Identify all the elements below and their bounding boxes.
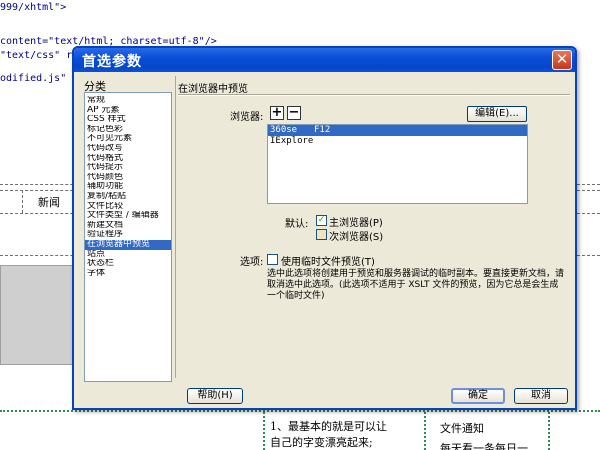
- browser-label: 浏览器:: [230, 112, 264, 123]
- category-item[interactable]: 代码颜色: [85, 173, 171, 183]
- ok-button[interactable]: 确定: [451, 388, 505, 404]
- category-item[interactable]: 常规: [85, 96, 171, 106]
- layout-guide-line: [0, 410, 600, 412]
- category-item[interactable]: 标记色彩: [85, 125, 171, 135]
- category-item[interactable]: 辅助功能: [85, 182, 171, 192]
- add-browser-button[interactable]: +: [270, 106, 284, 120]
- close-button[interactable]: ✕: [552, 50, 572, 70]
- news-label: 新闻: [38, 196, 60, 209]
- section-divider: [178, 94, 570, 96]
- category-item[interactable]: 新建文档: [85, 221, 171, 231]
- category-item[interactable]: 不可见元素: [85, 134, 171, 144]
- check-icon: ✓: [317, 215, 326, 225]
- category-item[interactable]: 代码提示: [85, 163, 171, 173]
- layout-guide-line: [424, 412, 426, 450]
- category-item[interactable]: AP 元素: [85, 106, 171, 116]
- layout-guide-line: [22, 190, 23, 213]
- secondary-browser-checkbox[interactable]: [316, 229, 327, 240]
- temp-file-checkbox[interactable]: [267, 254, 278, 265]
- help-button[interactable]: 帮助(H): [187, 388, 243, 404]
- options-label: 选项:: [240, 257, 264, 268]
- browser-shortcut: F12: [314, 125, 331, 135]
- list-text-line: 自己的字变漂亮起来;: [270, 436, 373, 449]
- category-item[interactable]: 在浏览器中预览: [85, 239, 171, 250]
- close-icon: ✕: [555, 50, 569, 68]
- dialog-titlebar[interactable]: 首选参数 ✕: [74, 48, 575, 72]
- layout-guide-line: [263, 412, 265, 450]
- temp-file-description: 选中此选项将创建用于预览和服务器调试的临时副本。要直接更新文档，请取消选中此选项…: [267, 269, 565, 301]
- layout-guide-line: [548, 412, 550, 450]
- temp-file-label[interactable]: 使用临时文件预览(T): [281, 253, 375, 268]
- browser-list-item[interactable]: IExplore: [268, 136, 527, 147]
- primary-browser-label[interactable]: 主浏览器(P): [329, 214, 383, 229]
- primary-browser-checkbox[interactable]: ✓: [316, 215, 327, 226]
- code-line: "text/css" re: [0, 50, 79, 61]
- secondary-browser-label[interactable]: 次浏览器(S): [329, 228, 383, 243]
- notice-title: 文件通知: [440, 422, 484, 435]
- category-item[interactable]: 复制/粘贴: [85, 192, 171, 202]
- category-item[interactable]: 字体: [85, 269, 171, 279]
- category-item[interactable]: 文件类型 / 编辑器: [85, 211, 171, 221]
- preferences-dialog: 首选参数 ✕ 分类 常规 AP 元素 CSS 样式 标记色彩 不可见元素 代码改写 代码格式…: [72, 46, 577, 410]
- browser-list-item[interactable]: 360se F12: [268, 125, 527, 136]
- browser-list[interactable]: 360se F12 IExplore: [267, 124, 528, 204]
- notice-text: 每天看一条每日一: [440, 442, 528, 450]
- category-item[interactable]: CSS 样式: [85, 115, 171, 125]
- category-item[interactable]: 代码格式: [85, 154, 171, 164]
- category-item[interactable]: 站点: [85, 250, 171, 260]
- category-item[interactable]: 状态栏: [85, 259, 171, 269]
- browser-name: 360se: [270, 125, 298, 135]
- list-text-line: 1、最基本的就是可以让: [270, 420, 387, 433]
- code-line: 999/xhtml">: [0, 2, 67, 13]
- minus-icon: −: [288, 105, 300, 120]
- remove-browser-button[interactable]: −: [287, 106, 301, 120]
- plus-icon: +: [271, 105, 283, 120]
- default-label: 默认:: [285, 219, 309, 230]
- edit-browser-button[interactable]: 编辑(E)...: [467, 106, 527, 122]
- category-item[interactable]: 文件比较: [85, 202, 171, 212]
- category-list[interactable]: 常规 AP 元素 CSS 样式 标记色彩 不可见元素 代码改写 代码格式 代码提示 代码颜色 辅助…: [84, 92, 172, 382]
- category-item[interactable]: 代码改写: [85, 144, 171, 154]
- dialog-title: 首选参数: [82, 54, 142, 70]
- cancel-button[interactable]: 取消: [514, 388, 568, 404]
- category-item[interactable]: 验证程序: [85, 230, 171, 240]
- section-title: 在浏览器中预览: [178, 84, 248, 95]
- browser-name: IExplore: [270, 136, 314, 146]
- divider: [175, 76, 176, 378]
- gray-placeholder-block: [0, 265, 74, 365]
